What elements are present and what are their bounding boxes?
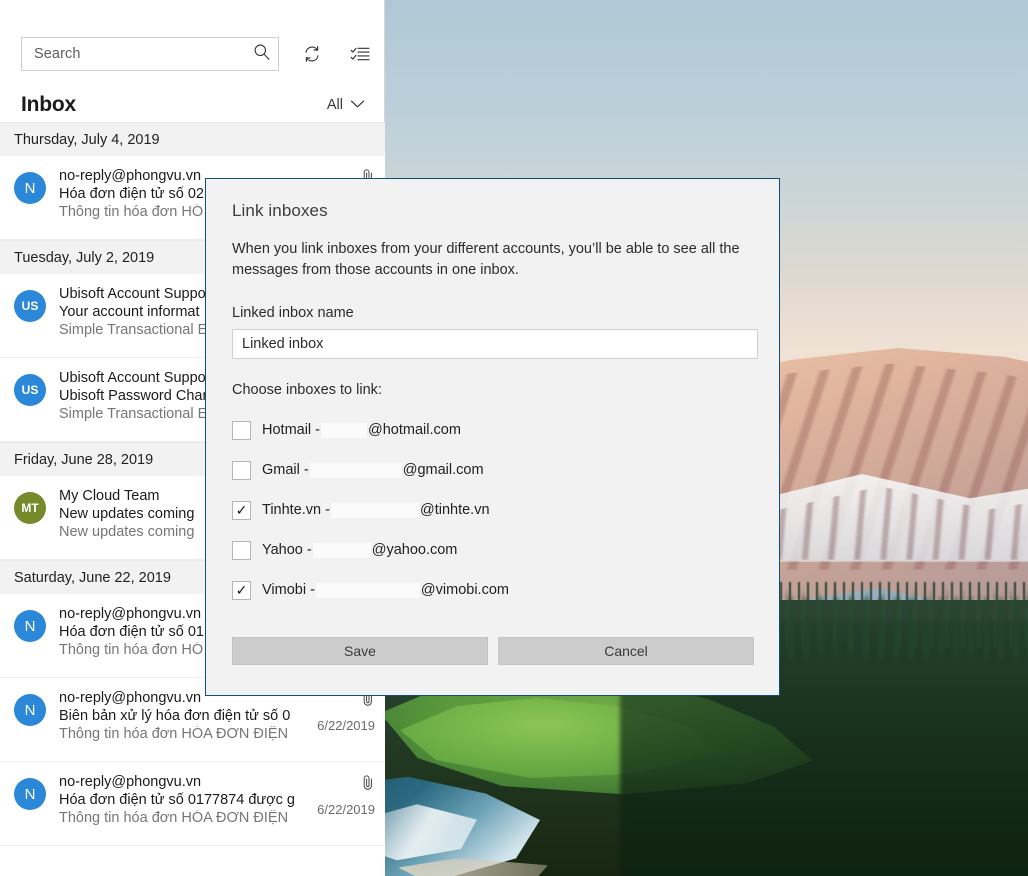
- account-checkbox-list: Hotmail - @hotmail.com Gmail - @gmail.com…: [232, 410, 754, 610]
- account-domain: @vimobi.com: [420, 582, 509, 598]
- avatar: N: [14, 694, 46, 726]
- account-domain: @yahoo.com: [371, 542, 458, 558]
- search-icon[interactable]: [253, 43, 271, 66]
- dialog-title: Link inboxes: [232, 201, 328, 220]
- account-domain: @tinhte.vn: [419, 502, 490, 518]
- avatar: N: [14, 778, 46, 810]
- inbox-header: Inbox All: [0, 86, 385, 124]
- avatar: US: [14, 374, 46, 406]
- account-label: Vimobi - @vimobi.com: [262, 582, 509, 598]
- page-title: Inbox: [21, 93, 76, 116]
- account-checkbox-row[interactable]: Hotmail - @hotmail.com: [232, 410, 754, 450]
- dialog-content: Link inboxes When you link inboxes from …: [206, 179, 779, 610]
- mail-list-item[interactable]: Nno-reply@phongvu.vn Hóa đơn điện tử số 0…: [0, 762, 385, 846]
- account-checkbox-row[interactable]: Gmail - @gmail.com: [232, 450, 754, 490]
- redacted-address: [330, 502, 419, 518]
- inbox-filter-label: All: [326, 97, 343, 113]
- cancel-button[interactable]: Cancel: [498, 637, 754, 665]
- account-provider: Vimobi -: [262, 582, 315, 598]
- account-label: Hotmail - @hotmail.com: [262, 422, 461, 438]
- account-checkbox[interactable]: ✓: [232, 580, 251, 600]
- chevron-down-icon[interactable]: [350, 96, 365, 114]
- account-checkbox[interactable]: ✓: [232, 500, 251, 520]
- linked-inbox-name-input[interactable]: Linked inbox: [232, 329, 758, 359]
- account-label: Tinhte.vn - @tinhte.vn: [262, 502, 490, 518]
- mail-date: 6/22/2019: [317, 802, 375, 817]
- account-domain: @hotmail.com: [368, 422, 461, 438]
- choose-inboxes-label: Choose inboxes to link:: [232, 382, 382, 398]
- mail-item-text: no-reply@phongvu.vn Hóa đơn điện tử số 01…: [59, 774, 375, 826]
- inbox-filter-dropdown[interactable]: All: [327, 96, 365, 114]
- avatar: N: [14, 172, 46, 204]
- redacted-address: [315, 582, 420, 598]
- mail-item-meta: [361, 774, 375, 796]
- redacted-address: [321, 422, 368, 438]
- account-checkbox[interactable]: [232, 460, 251, 480]
- account-label: Yahoo - @yahoo.com: [262, 542, 457, 558]
- screen: Search Inbox All Thursday, July 4, 2019 …: [0, 0, 1028, 876]
- search-placeholder-text: Search: [34, 46, 81, 62]
- account-label: Gmail - @gmail.com: [262, 462, 484, 478]
- dialog-description: When you link inboxes from your differen…: [232, 241, 740, 278]
- date-group-header: Thursday, July 4, 2019: [0, 122, 385, 156]
- account-checkbox-row[interactable]: ✓ Vimobi - @vimobi.com: [232, 570, 754, 610]
- account-provider: Hotmail -: [262, 422, 321, 438]
- mail-sender: no-reply@phongvu.vn: [59, 774, 202, 790]
- account-checkbox-row[interactable]: ✓ Tinhte.vn - @tinhte.vn: [232, 490, 754, 530]
- search-input[interactable]: Search: [21, 37, 279, 71]
- account-checkbox-row[interactable]: Yahoo - @yahoo.com: [232, 530, 754, 570]
- avatar: US: [14, 290, 46, 322]
- account-provider: Gmail -: [262, 462, 309, 478]
- dialog-actions: Save Cancel: [206, 619, 779, 695]
- avatar: MT: [14, 492, 46, 524]
- mail-item-text: no-reply@phongvu.vn Biên bản xử lý hóa đơ…: [59, 690, 375, 742]
- list-tools: [295, 37, 377, 71]
- account-provider: Tinhte.vn -: [262, 502, 330, 518]
- mail-date: 6/22/2019: [317, 718, 375, 733]
- linked-inbox-name-label: Linked inbox name: [232, 305, 354, 321]
- attachment-paperclip-icon: [361, 774, 375, 796]
- redacted-address: [309, 462, 402, 478]
- account-checkbox[interactable]: [232, 540, 251, 560]
- account-checkbox[interactable]: [232, 420, 251, 440]
- selection-mode-icon[interactable]: [343, 37, 377, 71]
- account-provider: Yahoo -: [262, 542, 312, 558]
- account-domain: @gmail.com: [402, 462, 484, 478]
- redacted-address: [312, 542, 371, 558]
- save-button[interactable]: Save: [232, 637, 488, 665]
- refresh-sync-icon[interactable]: [295, 37, 329, 71]
- avatar: N: [14, 610, 46, 642]
- link-inboxes-dialog: Link inboxes When you link inboxes from …: [205, 178, 780, 696]
- search-toolbar: Search: [0, 30, 385, 78]
